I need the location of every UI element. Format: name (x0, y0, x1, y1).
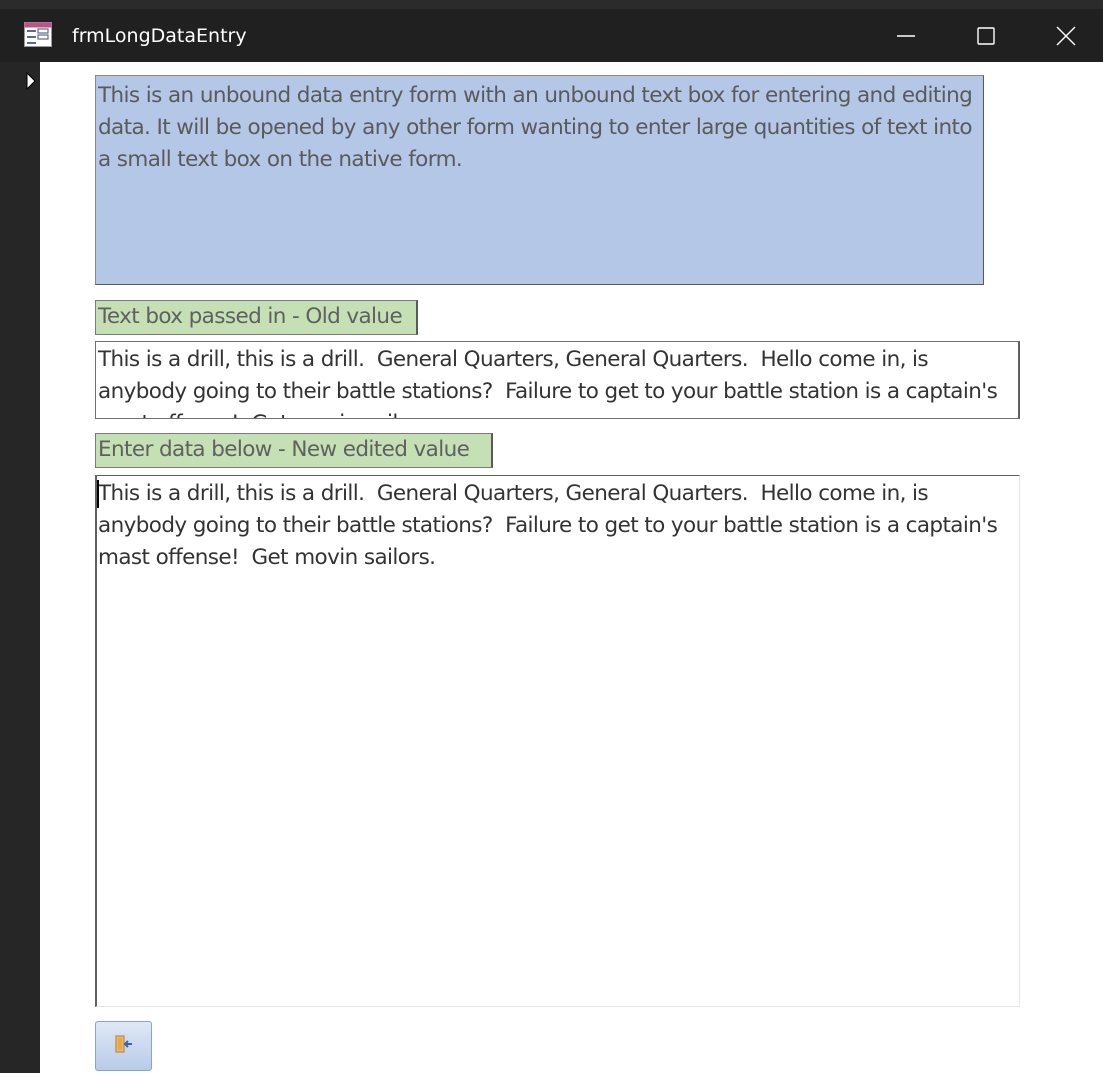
form-icon (24, 22, 52, 47)
form-description: This is an unbound data entry form with … (95, 75, 984, 285)
title-bar[interactable]: frmLongDataEntry (0, 9, 1103, 62)
new-value-textbox[interactable]: This is a drill, this is a drill. Genera… (95, 475, 1020, 1007)
new-value-label: Enter data below - New edited value (95, 433, 493, 468)
app-window: frmLongDataEntry This is an unbound data… (0, 0, 1103, 1073)
close-window-button[interactable] (1026, 9, 1103, 62)
text-cursor (97, 480, 99, 508)
old-value-label: Text box passed in - Old value (95, 300, 418, 335)
maximize-icon (976, 26, 996, 46)
old-value-textbox[interactable]: This is a drill, this is a drill. Genera… (95, 341, 1020, 419)
exit-door-icon (114, 1035, 134, 1057)
maximize-button[interactable] (946, 9, 1026, 62)
form-detail-section: This is an unbound data entry form with … (40, 62, 1103, 1073)
minimize-icon (896, 26, 916, 46)
current-record-arrow-icon (26, 71, 36, 94)
minimize-button[interactable] (866, 9, 946, 62)
close-icon (1056, 26, 1076, 46)
close-form-button[interactable] (95, 1021, 152, 1071)
record-selector[interactable] (0, 62, 41, 1073)
window-title: frmLongDataEntry (72, 25, 247, 47)
